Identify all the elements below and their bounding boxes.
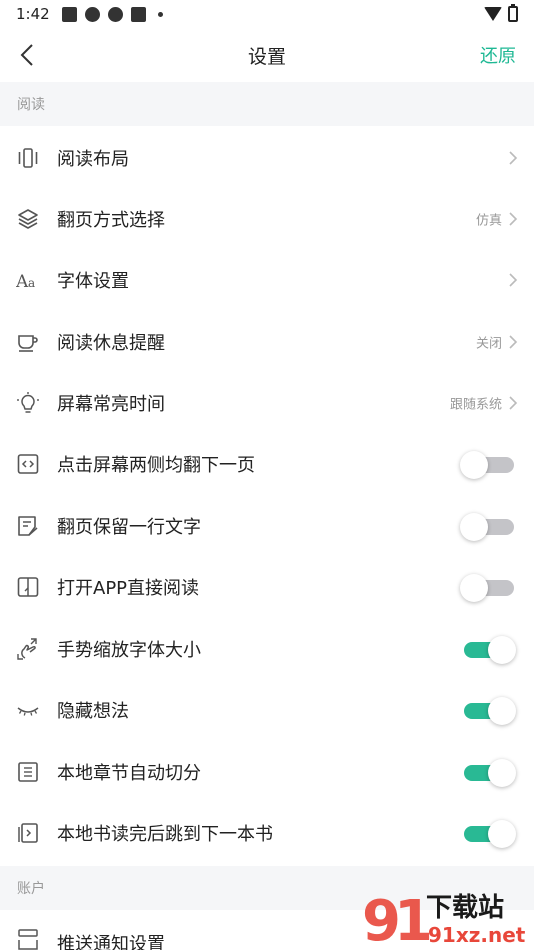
setting-value: 仿真 bbox=[475, 213, 502, 228]
setting-row-jump-next-book[interactable]: 本地书读完后跳到下一本书 bbox=[0, 802, 534, 863]
toggle-knob bbox=[460, 574, 488, 602]
note-edit-icon bbox=[18, 516, 38, 536]
setting-row-reading-layout[interactable]: 阅读布局 bbox=[0, 127, 534, 188]
setting-label: 打开APP直接阅读 bbox=[57, 577, 200, 599]
reset-button[interactable]: 还原 bbox=[480, 42, 516, 68]
notification-app-icon bbox=[61, 6, 77, 22]
toggle-knob bbox=[488, 759, 516, 787]
toggle-switch[interactable] bbox=[464, 636, 516, 664]
toggle-switch[interactable] bbox=[460, 574, 514, 602]
layout-columns-icon bbox=[18, 148, 38, 168]
chevron-right-icon bbox=[509, 335, 518, 349]
toggle-switch[interactable] bbox=[464, 820, 516, 848]
setting-row-open-app-read[interactable]: 打开APP直接阅读 bbox=[0, 556, 534, 617]
open-book-icon bbox=[17, 577, 39, 597]
back-arrow-icon[interactable] bbox=[14, 40, 44, 70]
setting-row-hide-thoughts[interactable]: 隐藏想法 bbox=[0, 679, 534, 740]
toggle-knob bbox=[488, 820, 516, 848]
setting-row-screen-on-time[interactable]: 屏幕常亮时间 跟随系统 bbox=[0, 372, 534, 433]
toggle-switch[interactable] bbox=[460, 451, 514, 479]
toggle-knob bbox=[460, 451, 488, 479]
setting-label: 屏幕常亮时间 bbox=[57, 393, 165, 415]
list-document-icon bbox=[18, 762, 38, 782]
light-bulb-icon bbox=[17, 392, 39, 413]
svg-text:a: a bbox=[28, 276, 35, 290]
setting-label: 手势缩放字体大小 bbox=[57, 639, 201, 661]
toggle-knob bbox=[460, 513, 488, 541]
toggle-knob bbox=[488, 697, 516, 725]
chevron-right-icon bbox=[509, 212, 518, 226]
notification-sync-icon bbox=[84, 6, 100, 22]
more-notifications-dot-icon bbox=[157, 11, 163, 17]
setting-label: 推送通知设置 bbox=[57, 934, 165, 950]
setting-row-tap-both-sides[interactable]: 点击屏幕两侧均翻下一页 bbox=[0, 433, 534, 494]
toggle-knob bbox=[488, 636, 516, 664]
setting-label: 阅读布局 bbox=[57, 148, 129, 170]
status-time: 1:42 bbox=[16, 5, 50, 23]
setting-row-pinch-zoom[interactable]: 手势缩放字体大小 bbox=[0, 618, 534, 679]
setting-label: 点击屏幕两侧均翻下一页 bbox=[57, 454, 255, 476]
chevron-right-icon bbox=[509, 151, 518, 165]
notification-sync-icon-2 bbox=[107, 6, 123, 22]
push-tray-icon bbox=[18, 929, 38, 950]
setting-row-font[interactable]: A a 字体设置 bbox=[0, 249, 534, 310]
wifi-icon bbox=[484, 7, 502, 21]
setting-value: 跟随系统 bbox=[449, 397, 502, 412]
setting-label: 字体设置 bbox=[57, 270, 129, 292]
setting-label: 本地章节自动切分 bbox=[57, 762, 201, 784]
chevron-right-icon bbox=[509, 396, 518, 410]
setting-label: 翻页保留一行文字 bbox=[57, 516, 201, 538]
layers-icon bbox=[18, 209, 38, 229]
notification-square-icon bbox=[130, 6, 146, 22]
chevron-right-icon bbox=[509, 273, 518, 287]
coffee-cup-icon bbox=[18, 335, 38, 352]
setting-label: 阅读休息提醒 bbox=[57, 332, 165, 354]
setting-row-keep-one-line[interactable]: 翻页保留一行文字 bbox=[0, 495, 534, 556]
toggle-switch[interactable] bbox=[460, 513, 514, 541]
setting-label: 隐藏想法 bbox=[57, 700, 129, 722]
section-header-reading: 阅读 bbox=[0, 82, 534, 126]
battery-icon bbox=[508, 4, 518, 22]
setting-row-rest-reminder[interactable]: 阅读休息提醒 关闭 bbox=[0, 311, 534, 372]
toggle-switch[interactable] bbox=[464, 697, 516, 725]
watermark-domain: 91xz.net bbox=[428, 923, 526, 947]
setting-label: 本地书读完后跳到下一本书 bbox=[57, 823, 273, 845]
pinch-gesture-icon bbox=[17, 638, 37, 660]
page-title: 设置 bbox=[247, 45, 286, 68]
next-book-icon bbox=[18, 823, 38, 843]
closed-eye-icon bbox=[17, 707, 39, 716]
setting-value: 关闭 bbox=[475, 336, 502, 351]
setting-label: 翻页方式选择 bbox=[57, 209, 165, 231]
top-app-bar: 设置 还原 bbox=[0, 28, 534, 82]
site-watermark-logo: 9 1 下载站 91xz.net bbox=[362, 889, 526, 948]
watermark-brand: 下载站 bbox=[426, 893, 504, 923]
setting-row-auto-chapter-split[interactable]: 本地章节自动切分 bbox=[0, 741, 534, 802]
setting-row-page-turn-mode[interactable]: 翻页方式选择 仿真 bbox=[0, 188, 534, 249]
toggle-switch[interactable] bbox=[464, 759, 516, 787]
code-brackets-icon bbox=[17, 454, 39, 474]
status-bar: 1:42 bbox=[0, 0, 534, 28]
font-aa-icon: A a bbox=[16, 272, 35, 292]
